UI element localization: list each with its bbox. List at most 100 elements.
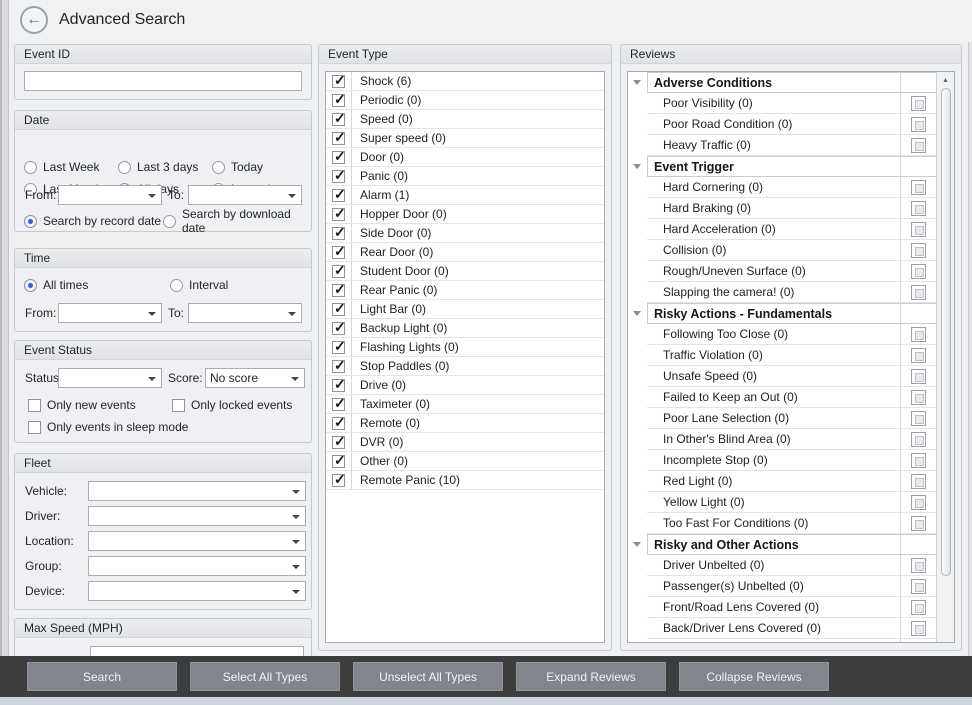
event-type-row[interactable]: Speed (0) [326,110,604,129]
checkbox-icon[interactable] [172,399,185,412]
review-category-row[interactable]: Event Trigger [628,156,936,177]
checkbox-icon[interactable] [332,246,345,259]
checkbox-icon[interactable] [332,94,345,107]
checkbox-icon[interactable] [911,285,926,300]
checkbox-icon[interactable] [332,151,345,164]
event-type-row[interactable]: Remote (0) [326,414,604,433]
radio-icon[interactable] [24,279,37,292]
checkbox-icon[interactable] [332,360,345,373]
check-only-events-in-sleep-mode[interactable]: Only events in sleep mode [28,420,188,434]
checkbox-icon[interactable] [332,398,345,411]
review-item-row[interactable]: Traffic Violation (0) [628,345,936,366]
time-from-combo[interactable] [58,303,162,323]
collapse-reviews-button[interactable]: Collapse Reviews [679,662,829,691]
time-to-combo[interactable] [188,303,302,323]
scrollbar-thumb[interactable] [941,88,951,576]
checkbox-icon[interactable] [911,390,926,405]
checkbox-icon[interactable] [332,474,345,487]
event-type-row[interactable]: Other (0) [326,452,604,471]
expand-reviews-button[interactable]: Expand Reviews [516,662,666,691]
checkbox-icon[interactable] [911,369,926,384]
scrollbar-up-icon[interactable]: ▲ [937,72,954,88]
checkbox-icon[interactable] [332,322,345,335]
checkbox-icon[interactable] [911,180,926,195]
review-item-row[interactable]: In Other's Blind Area (0) [628,429,936,450]
checkbox-icon[interactable] [332,455,345,468]
event-type-row[interactable]: Rear Door (0) [326,243,604,262]
checkbox-icon[interactable] [332,341,345,354]
checkbox-icon[interactable] [911,138,926,153]
checkbox-icon[interactable] [911,600,926,615]
review-item-row[interactable]: Collision (0) [628,240,936,261]
event-type-row[interactable]: Stop Paddles (0) [326,357,604,376]
review-item-row[interactable]: Hard Acceleration (0) [628,219,936,240]
checkbox-icon[interactable] [332,170,345,183]
search-button[interactable]: Search [27,662,177,691]
unselect-all-types-button[interactable]: Unselect All Types [353,662,503,691]
checkbox-icon[interactable] [911,96,926,111]
checkbox-icon[interactable] [332,132,345,145]
date-radio-today[interactable]: Today [212,160,263,174]
collapse-triangle-icon[interactable] [628,72,647,93]
event-type-row[interactable]: DVR (0) [326,433,604,452]
checkbox-icon[interactable] [911,201,926,216]
checkbox-icon[interactable] [911,474,926,489]
date-radio-search-by-record-date[interactable]: Search by record date [24,214,161,228]
date-to-combo[interactable] [188,185,302,205]
radio-icon[interactable] [212,161,225,174]
review-item-row[interactable]: Heavy Traffic (0) [628,135,936,156]
checkbox-icon[interactable] [911,516,926,531]
review-item-row[interactable]: Driver Unbelted (0) [628,555,936,576]
review-item-row[interactable]: Slapping the camera! (0) [628,282,936,303]
fleet-combo-group[interactable] [88,556,306,576]
event-type-row[interactable]: Shock (6) [326,72,604,91]
time-radio-interval[interactable]: Interval [170,278,228,292]
fleet-combo-location[interactable] [88,531,306,551]
review-item-row[interactable]: Incomplete Stop (0) [628,450,936,471]
event-type-row[interactable]: Side Door (0) [326,224,604,243]
event-type-row[interactable]: Door (0) [326,148,604,167]
review-item-row[interactable]: Following Too Close (0) [628,324,936,345]
radio-icon[interactable] [163,215,176,228]
time-radio-all-times[interactable]: All times [24,278,88,292]
review-item-row[interactable]: Red Light (0) [628,471,936,492]
review-item-row[interactable]: Too Fast For Conditions (0) [628,513,936,534]
date-from-combo[interactable] [58,185,162,205]
checkbox-icon[interactable] [911,495,926,510]
fleet-combo-device[interactable] [88,581,306,601]
checkbox-icon[interactable] [332,113,345,126]
review-item-row[interactable]: Rough/Uneven Surface (0) [628,261,936,282]
review-item-row[interactable]: Back/Driver Lens Covered (0) [628,618,936,639]
checkbox-icon[interactable] [911,558,926,573]
checkbox-icon[interactable] [911,579,926,594]
checkbox-icon[interactable] [332,417,345,430]
checkbox-icon[interactable] [911,642,926,644]
review-item-row[interactable]: Poor Road Condition (0) [628,114,936,135]
event-type-row[interactable]: Super speed (0) [326,129,604,148]
event-type-row[interactable]: Rear Panic (0) [326,281,604,300]
checkbox-icon[interactable] [911,411,926,426]
review-category-row[interactable]: Risky and Other Actions [628,534,936,555]
radio-icon[interactable] [118,161,131,174]
checkbox-icon[interactable] [911,348,926,363]
radio-icon[interactable] [24,161,37,174]
back-button[interactable]: ← [20,6,48,34]
checkbox-icon[interactable] [911,453,926,468]
checkbox-icon[interactable] [332,265,345,278]
select-all-types-button[interactable]: Select All Types [190,662,340,691]
event-type-row[interactable]: Light Bar (0) [326,300,604,319]
checkbox-icon[interactable] [28,399,41,412]
checkbox-icon[interactable] [911,264,926,279]
event-type-row[interactable]: Drive (0) [326,376,604,395]
checkbox-icon[interactable] [332,436,345,449]
checkbox-icon[interactable] [332,303,345,316]
event-id-input[interactable] [24,71,302,91]
checkbox-icon[interactable] [332,284,345,297]
checkbox-icon[interactable] [911,117,926,132]
event-type-row[interactable]: Flashing Lights (0) [326,338,604,357]
event-type-row[interactable]: Hopper Door (0) [326,205,604,224]
review-item-row[interactable]: Front/Road Lens Covered (0) [628,597,936,618]
check-only-new-events[interactable]: Only new events [28,398,136,412]
event-type-row[interactable]: Remote Panic (10) [326,471,604,490]
event-type-row[interactable]: Backup Light (0) [326,319,604,338]
